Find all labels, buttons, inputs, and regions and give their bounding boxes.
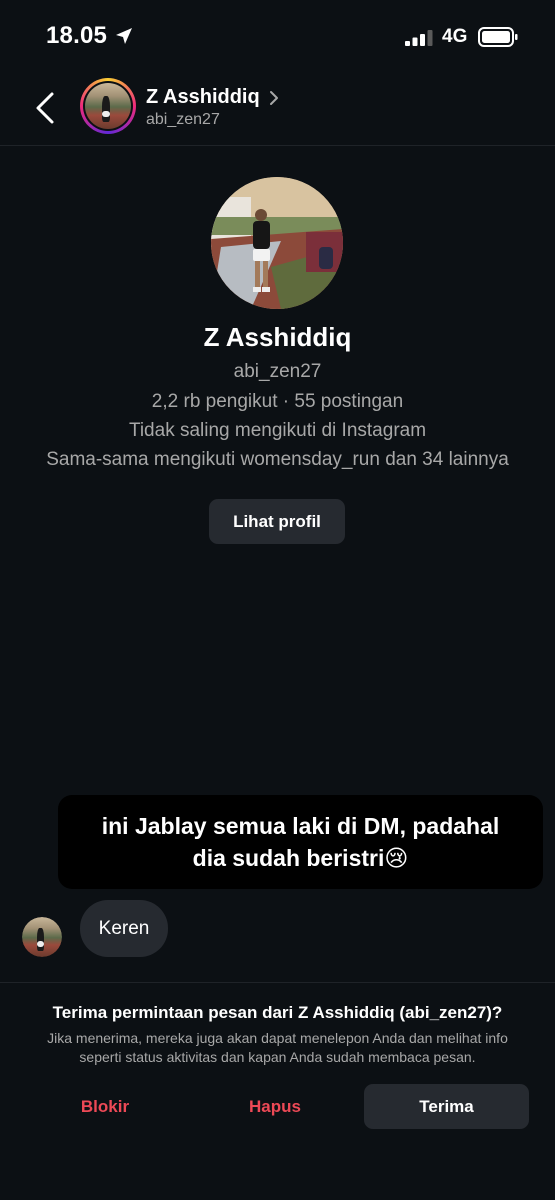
block-button[interactable]: Blokir: [30, 1084, 180, 1129]
mutual-followers: Sama-sama mengikuti womensday_run dan 34…: [46, 449, 509, 470]
status-bar: 18.05 4G: [0, 0, 555, 72]
follow-status: Tidak saling mengikuti di Instagram: [128, 420, 427, 441]
message-sender-avatar[interactable]: [22, 917, 62, 957]
profile-display-name: Z Asshiddiq: [203, 322, 352, 352]
caption-line-2: dia sudah beristri😢: [192, 845, 409, 871]
header-display-name[interactable]: Z Asshiddiq: [146, 86, 260, 109]
status-time: 18.05: [46, 22, 108, 49]
network-type: 4G: [442, 26, 468, 47]
message-request-panel: Terima permintaan pesan dari Z Asshiddiq…: [0, 982, 555, 1200]
header-username: abi_zen27: [146, 111, 220, 128]
chat-header: Z Asshiddiq abi_zen27: [0, 72, 555, 146]
cellular-signal-icon: [405, 30, 433, 46]
message-bubble[interactable]: Keren: [80, 900, 168, 957]
accept-button[interactable]: Terima: [364, 1084, 529, 1129]
view-profile-button[interactable]: Lihat profil: [209, 499, 345, 544]
request-description: Jika menerima, mereka juga akan dapat me…: [47, 1030, 508, 1065]
request-title: Terima permintaan pesan dari Z Asshiddiq…: [52, 1003, 503, 1022]
profile-avatar[interactable]: [211, 177, 343, 309]
location-arrow-icon: [116, 28, 132, 44]
delete-button[interactable]: Hapus: [200, 1084, 350, 1129]
battery-icon: [478, 27, 518, 47]
caption-line-1: ini Jablay semua laki di DM, padahal: [101, 813, 500, 839]
caption-overlay: ini Jablay semua laki di DM, padahal dia…: [58, 795, 543, 889]
back-arrow-icon[interactable]: [30, 88, 60, 128]
profile-username: abi_zen27: [233, 361, 322, 382]
caption-text: ini Jablay semua laki di DM, padahal dia…: [102, 810, 500, 874]
chevron-right-icon[interactable]: [268, 90, 280, 106]
profile-stats: 2,2 rb pengikut · 55 postingan: [151, 391, 404, 412]
header-avatar[interactable]: [80, 78, 136, 134]
